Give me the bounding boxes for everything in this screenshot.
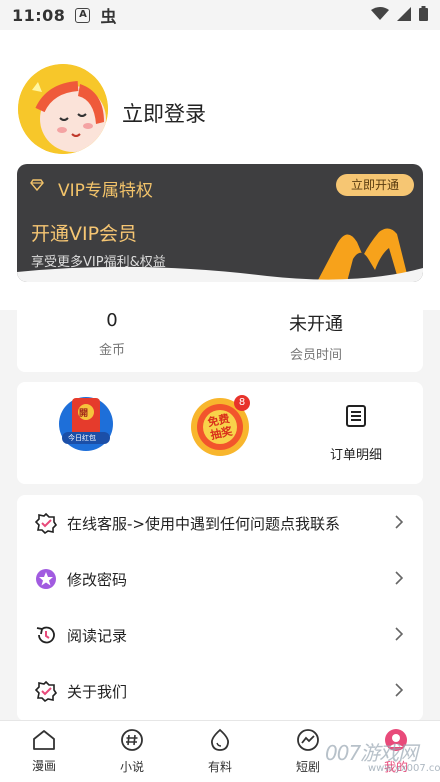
- trend-icon: [297, 729, 319, 751]
- chevron-right-icon: [395, 570, 404, 589]
- egg-icon: [211, 728, 229, 751]
- tab-youliao[interactable]: 有料: [176, 721, 264, 782]
- membership-value: 未开通: [289, 314, 343, 335]
- menu-item-label: 关于我们: [67, 682, 128, 701]
- menu-item-about-us[interactable]: 关于我们: [17, 663, 423, 719]
- chevron-right-icon: [395, 514, 404, 533]
- hashtag-icon: [121, 729, 143, 751]
- chevron-right-icon: [395, 626, 404, 645]
- watermark-url: www.yx007.com: [368, 763, 440, 774]
- status-bar: 11:08 A 虫: [0, 0, 440, 30]
- vip-open-text: 开通VIP会员: [31, 223, 138, 245]
- order-details-button[interactable]: 订单明细: [316, 404, 396, 466]
- menu-item-label: 修改密码: [67, 570, 128, 589]
- order-list-icon: [346, 405, 366, 427]
- coins-value: 0: [106, 310, 118, 331]
- order-details-label: 订单明细: [329, 448, 382, 463]
- login-link[interactable]: 立即登录: [122, 98, 206, 128]
- a-notification-icon: A: [75, 7, 91, 23]
- app-notification-icon: 虫: [100, 7, 117, 26]
- chevron-right-icon: [395, 682, 404, 701]
- history-icon: [35, 624, 57, 646]
- redpacket-badge: 開: [79, 409, 89, 419]
- vip-title: VIP专属特权: [58, 181, 153, 201]
- menu-item-customer-service[interactable]: 在线客服->使用中遇到任何问题点我联系: [17, 495, 423, 551]
- menu-item-reading-history[interactable]: 阅读记录: [17, 607, 423, 663]
- membership-label: 会员时间: [289, 348, 342, 363]
- coins-stat[interactable]: 0 金币: [42, 310, 182, 358]
- watermark-logo: 007游戏网: [325, 741, 418, 765]
- free-lottery-button[interactable]: 免费抽奖 8: [190, 395, 252, 457]
- tab-label: 有料: [207, 760, 232, 774]
- tab-label: 漫画: [31, 759, 56, 773]
- membership-stat[interactable]: 未开通 会员时间: [246, 310, 386, 363]
- redpacket-caption: 今日红包: [68, 434, 96, 442]
- battery-icon: [419, 5, 428, 25]
- coins-label: 金币: [98, 343, 125, 358]
- tab-label: 短剧: [295, 760, 320, 774]
- tab-comics[interactable]: 漫画: [0, 721, 88, 782]
- menu-item-label: 在线客服->使用中遇到任何问题点我联系: [67, 514, 340, 533]
- vip-diamond-icon: [30, 179, 44, 191]
- menu-item-label: 阅读记录: [67, 626, 128, 645]
- user-avatar[interactable]: [18, 64, 108, 154]
- about-icon: [35, 680, 57, 702]
- customer-service-icon: [35, 512, 57, 534]
- menu-item-change-password[interactable]: 修改密码: [17, 551, 423, 607]
- star-badge-icon: [35, 568, 57, 590]
- daily-redpacket-button[interactable]: 開 今日红包: [58, 392, 114, 452]
- tab-novels[interactable]: 小说: [88, 721, 176, 782]
- vip-open-button[interactable]: 立即开通: [336, 174, 414, 196]
- signal-icon: [397, 6, 411, 25]
- status-time: 11:08: [12, 5, 66, 25]
- lottery-count-badge: 8: [234, 395, 250, 411]
- tab-label: 小说: [119, 760, 144, 774]
- house-icon: [33, 730, 55, 750]
- redpacket-icon: [59, 397, 113, 451]
- wifi-icon: [371, 6, 389, 25]
- vip-subtitle: 享受更多VIP福利&权益: [31, 255, 166, 270]
